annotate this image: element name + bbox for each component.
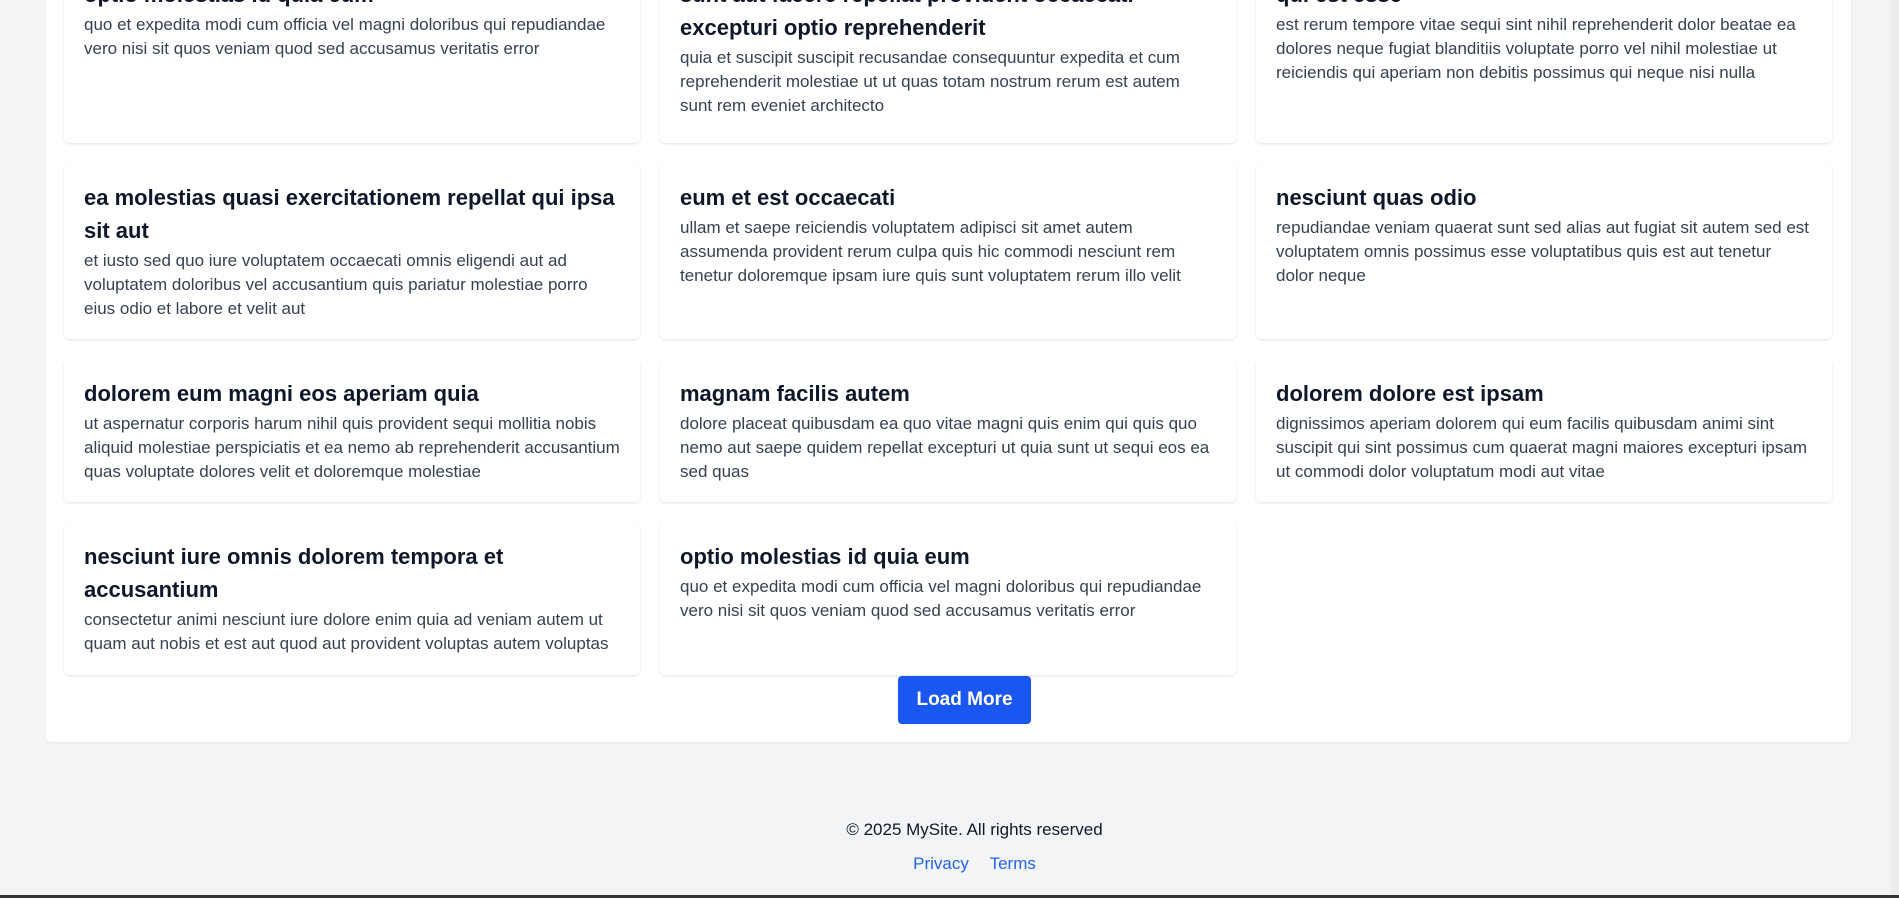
page-viewport: optio molestias id quia eum quo et exped…	[0, 0, 1899, 898]
footer-links: Privacy Terms	[50, 852, 1899, 876]
post-body: consectetur animi nesciunt iure dolore e…	[84, 610, 609, 653]
post-card[interactable]: nesciunt quas odio repudiandae veniam qu…	[1256, 163, 1832, 339]
post-card[interactable]: nesciunt iure omnis dolorem tempora et a…	[64, 522, 640, 675]
post-card[interactable]: magnam facilis autem dolore placeat quib…	[660, 359, 1236, 502]
post-card[interactable]: ea molestias quasi exercitationem repell…	[64, 163, 640, 339]
post-title: sunt aut facere repellat provident occae…	[680, 0, 1134, 40]
privacy-link[interactable]: Privacy	[913, 854, 969, 873]
post-body: ut aspernatur corporis harum nihil quis …	[84, 414, 620, 481]
post-body: et iusto sed quo iure voluptatem occaeca…	[84, 251, 588, 318]
post-card[interactable]: qui est esse est rerum tempore vitae seq…	[1256, 0, 1832, 143]
post-title: nesciunt quas odio	[1276, 185, 1477, 210]
post-body: quo et expedita modi cum officia vel mag…	[84, 15, 606, 58]
post-body: repudiandae veniam quaerat sunt sed alia…	[1276, 218, 1810, 285]
post-card[interactable]: dolorem dolore est ipsam dignissimos ape…	[1256, 359, 1832, 502]
load-more-button[interactable]: Load More	[898, 676, 1031, 724]
post-body: dolore placeat quibusdam ea quo vitae ma…	[680, 414, 1210, 481]
posts-grid: optio molestias id quia eum quo et exped…	[64, 0, 1833, 675]
post-title: dolorem eum magni eos aperiam quia	[84, 381, 479, 406]
post-body: dignissimos aperiam dolorem qui eum faci…	[1276, 414, 1808, 481]
post-card[interactable]: sunt aut facere repellat provident occae…	[660, 0, 1236, 143]
terms-link[interactable]: Terms	[990, 854, 1036, 873]
post-body: quo et expedita modi cum officia vel mag…	[680, 577, 1202, 620]
post-card[interactable]: eum et est occaecati ullam et saepe reic…	[660, 163, 1236, 339]
footer-copyright: © 2025 MySite. All rights reserved	[846, 820, 1103, 839]
post-title: qui est esse	[1276, 0, 1812, 11]
site-footer: © 2025 MySite. All rights reserved Priva…	[0, 818, 1899, 876]
vertical-scrollbar[interactable]	[1891, 0, 1899, 898]
post-title: optio molestias id quia eum	[680, 544, 970, 569]
post-card[interactable]: dolorem eum magni eos aperiam quia ut as…	[64, 359, 640, 502]
post-title: dolorem dolore est ipsam	[1276, 381, 1544, 406]
post-title: nesciunt iure omnis dolorem tempora et a…	[84, 544, 504, 602]
post-body: ullam et saepe reiciendis voluptatem adi…	[680, 218, 1181, 285]
post-title: eum et est occaecati	[680, 185, 896, 210]
post-title: optio molestias id quia eum	[84, 0, 620, 11]
post-card[interactable]: optio molestias id quia eum quo et exped…	[660, 522, 1236, 675]
load-more-wrapper: Load More	[46, 676, 1851, 724]
post-card[interactable]: optio molestias id quia eum quo et exped…	[64, 0, 640, 143]
post-title: magnam facilis autem	[680, 381, 910, 406]
post-body: est rerum tempore vitae sequi sint nihil…	[1276, 15, 1796, 82]
post-title: ea molestias quasi exercitationem repell…	[84, 185, 615, 243]
posts-panel: optio molestias id quia eum quo et exped…	[46, 0, 1851, 742]
post-body: quia et suscipit suscipit recusandae con…	[680, 48, 1180, 115]
